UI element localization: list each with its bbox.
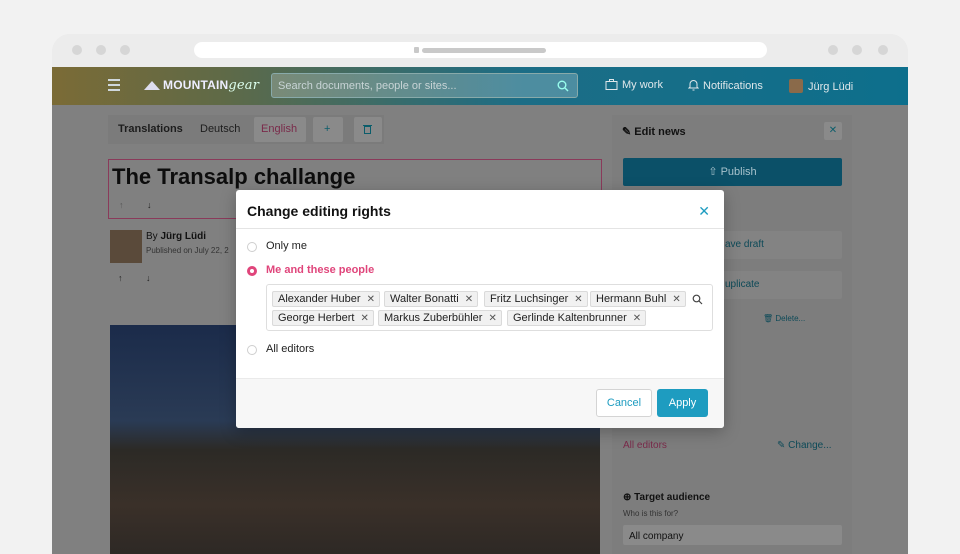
person-tag: Alexander Huber ✕ [272,291,380,307]
change-rights-dialog: Change editing rights ✕ Only me Me and t… [236,190,724,428]
close-icon[interactable]: ✕ [698,203,710,220]
person-tag: George Herbert ✕ [272,310,374,326]
person-name: Hermann Buhl [596,293,667,305]
person-name: Walter Bonatti [390,293,459,305]
person-name: Alexander Huber [278,293,361,305]
modal-overlay: Change editing rights ✕ Only me Me and t… [0,0,960,540]
me-and-people-label[interactable]: Me and these people [266,264,374,276]
remove-tag-icon[interactable]: ✕ [633,313,641,324]
person-tag: Fritz Luchsinger ✕ [484,291,588,307]
person-name: George Herbert [278,312,355,324]
person-name: Fritz Luchsinger [490,293,569,305]
apply-button[interactable]: Apply [657,389,708,417]
divider [236,228,724,229]
remove-tag-icon[interactable]: ✕ [360,313,368,324]
radio-me-and-people[interactable] [247,266,257,276]
remove-tag-icon[interactable]: ✕ [367,294,375,305]
remove-tag-icon[interactable]: ✕ [574,294,582,305]
remove-tag-icon[interactable]: ✕ [488,313,496,324]
radio-only-me[interactable] [247,242,257,252]
person-tag: Markus Zuberbühler ✕ [378,310,502,326]
cancel-button[interactable]: Cancel [596,389,652,417]
remove-tag-icon[interactable]: ✕ [465,294,473,305]
person-tag: Walter Bonatti ✕ [384,291,479,307]
only-me-label[interactable]: Only me [266,240,307,252]
person-name: Gerlinde Kaltenbrunner [513,312,627,324]
person-name: Markus Zuberbühler [384,312,483,324]
all-editors-label[interactable]: All editors [266,343,314,355]
remove-tag-icon[interactable]: ✕ [672,294,680,305]
person-tag: Hermann Buhl ✕ [590,291,686,307]
search-icon[interactable] [692,294,703,305]
dialog-title: Change editing rights [247,203,391,219]
people-input[interactable]: Alexander Huber ✕ Walter Bonatti ✕ Fritz L… [266,284,713,331]
radio-all-editors[interactable] [247,345,257,355]
person-tag: Gerlinde Kaltenbrunner ✕ [507,310,647,326]
